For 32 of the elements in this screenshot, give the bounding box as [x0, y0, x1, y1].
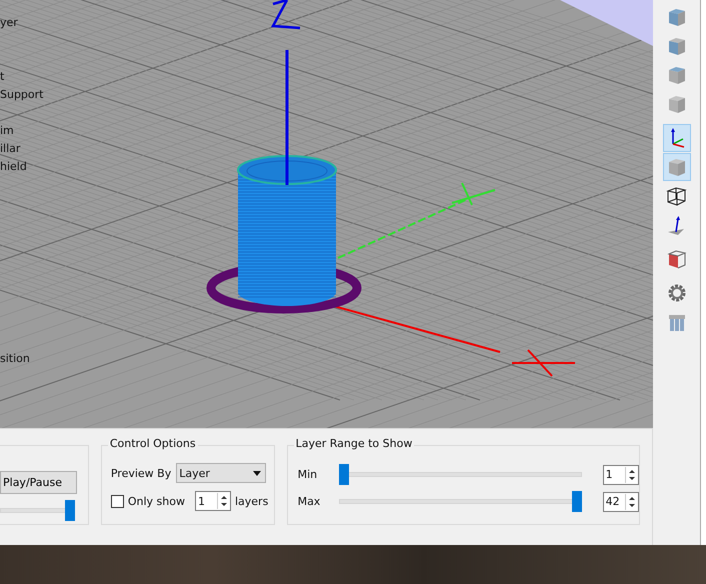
legend-label: illar [0, 142, 20, 155]
layers-label: layers [234, 494, 268, 508]
only-show-checkbox[interactable] [110, 494, 124, 508]
slider[interactable] [0, 500, 75, 521]
spin-arrows-icon[interactable] [624, 494, 638, 510]
group-title: Layer Range to Show [294, 437, 414, 450]
legend-label: t [0, 70, 4, 83]
slider[interactable] [338, 491, 582, 512]
toolbar-button[interactable] [662, 124, 690, 152]
group-title: Control Options [108, 437, 198, 450]
legend-label: yer [0, 16, 18, 29]
range-label: Min [298, 468, 318, 481]
only-show-label[interactable]: Only show [128, 494, 185, 508]
preview-by-dropdown[interactable]: Layer [176, 463, 266, 483]
legend-label: sition [0, 352, 30, 365]
layer-spinbox[interactable]: 1 [602, 464, 639, 484]
legend-label: Support [0, 88, 44, 101]
legend-label: hield [0, 160, 27, 173]
spin-arrows-icon[interactable] [216, 493, 230, 509]
slider[interactable] [338, 464, 582, 485]
spin-arrows-icon[interactable] [624, 466, 638, 482]
viewport-3d[interactable]: yer t Support im illar hield sition [0, 0, 653, 428]
legend-label: im [0, 124, 14, 137]
layer-spinbox[interactable]: 42 [602, 492, 639, 512]
slider-thumb[interactable] [338, 464, 349, 485]
slider-thumb[interactable] [65, 500, 75, 521]
play-pause-button[interactable]: Play/Pause [0, 471, 77, 494]
range-label: Max [298, 495, 322, 508]
preview-by-label: Preview By [110, 466, 172, 480]
caret-icon [253, 470, 262, 476]
layers-spinbox[interactable]: 1 [194, 491, 231, 511]
slider-thumb[interactable] [572, 491, 582, 512]
